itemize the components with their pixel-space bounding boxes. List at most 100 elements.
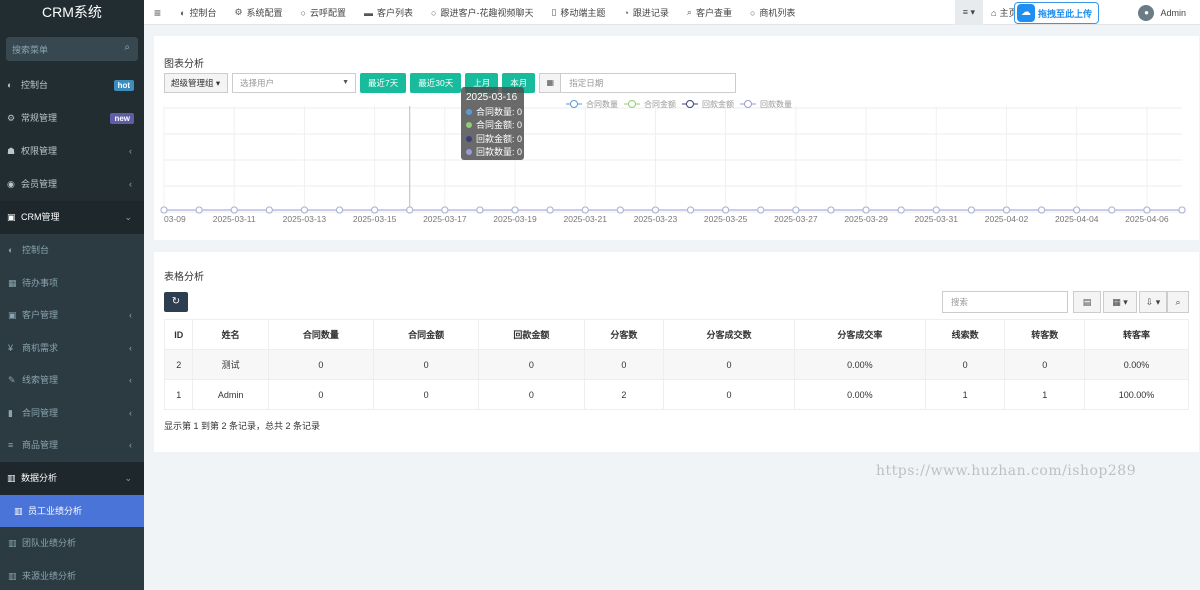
top-nav-item[interactable]: ▬ 客户列表 <box>355 0 422 25</box>
group-select[interactable]: 超级管理组 ▾ <box>164 73 228 93</box>
menu-item-label: 权限管理 <box>21 146 58 156</box>
last-7-days-button[interactable]: 最近7天 <box>360 73 407 93</box>
app-logo[interactable]: CRM系统 <box>0 0 144 25</box>
column-header[interactable]: ID <box>163 319 194 350</box>
column-header[interactable]: 线索数 <box>924 319 1006 350</box>
data-point <box>230 206 238 214</box>
top-nav-label: 云呼配置 <box>310 8 347 18</box>
series-dot-icon <box>466 108 472 115</box>
table-row[interactable]: 1 Admin 0 0 0 2 0 0.00% 1 1 100.00% <box>163 379 1189 410</box>
search-button[interactable]: ⌕ <box>1167 291 1189 313</box>
table-cell: 2 <box>163 349 194 380</box>
column-header[interactable]: 转客率 <box>1084 319 1189 350</box>
menu-item-label: 数据分析 <box>21 472 58 483</box>
top-nav-item[interactable]: ○ 云呼配置 <box>292 0 355 25</box>
sidebar-subitem[interactable]: ≡ 商品管理 ‹ <box>0 429 144 462</box>
nav-toggle-button[interactable]: ≡ ▾ <box>954 0 984 25</box>
columns-button[interactable]: ▦ ▾ <box>1103 291 1137 313</box>
tooltip-row-label: 回款金额: 0 <box>476 133 523 144</box>
top-nav-item[interactable]: ⌕ 客户查重 <box>678 0 741 25</box>
tooltip-row-label: 回款数量: 0 <box>476 147 523 157</box>
data-point <box>546 206 554 214</box>
tooltip-row-label: 合同金额: 0 <box>476 120 523 130</box>
column-header[interactable]: 转客数 <box>1004 319 1086 350</box>
sidebar-item[interactable]: ▣ CRM管理 ⌄ <box>0 201 144 234</box>
data-point <box>511 206 519 214</box>
data-point <box>265 206 273 214</box>
export-button[interactable]: ⇩ ▾ <box>1139 291 1167 313</box>
comment-icon: ◔ <box>623 7 629 18</box>
id-card-icon: ▣ <box>7 212 16 222</box>
top-nav-item[interactable]: ▯ 移动端主题 <box>542 0 614 25</box>
menu-item-label: 客户管理 <box>22 310 59 320</box>
column-header[interactable]: 分客成交率 <box>793 319 926 350</box>
sidebar-item[interactable]: ◉ 会员管理 ‹ <box>0 168 144 201</box>
toggle-view-button[interactable]: ▤ <box>1073 291 1101 313</box>
data-point <box>792 206 800 214</box>
table-row[interactable]: 2 测试 0 0 0 0 0 0.00% 0 0 0.00% <box>163 349 1189 380</box>
sidebar-item[interactable]: ☗ 权限管理 ‹ <box>0 135 144 168</box>
top-nav-item[interactable]: ◐ 控制台 <box>171 0 225 25</box>
chevron-left-icon: ‹ <box>129 146 132 156</box>
bar-chart-icon: ▥ <box>8 538 17 548</box>
sidebar-subitem[interactable]: ▥ 团队业绩分析 <box>0 527 144 560</box>
table-search-input[interactable]: 搜索 <box>942 291 1068 313</box>
chart-tooltip: 2025-03-16 合同数量: 0 合同金额: 0 回款金额: 0 回款数量:… <box>461 87 524 160</box>
chevron-left-icon: ‹ <box>129 407 132 418</box>
tooltip-date: 2025-03-16 <box>466 92 518 103</box>
legend-label: 合同数量 <box>586 99 618 109</box>
line-chart[interactable]: 03-09 2025-03-11 2025-03-13 2025-03-15 2025-… <box>154 98 1199 228</box>
top-nav-item[interactable]: ◔ 跟进记录 <box>614 0 677 25</box>
column-header[interactable]: 姓名 <box>192 319 269 350</box>
sidebar-subitem[interactable]: ▣ 客户管理 ‹ <box>0 299 144 332</box>
menu-item-label: 控制台 <box>21 80 49 90</box>
sidebar-item[interactable]: ◐ 控制台 hot <box>0 69 144 102</box>
user-select[interactable]: 选择用户 ▼ <box>232 73 356 93</box>
date-input[interactable]: 指定日期 <box>561 73 737 93</box>
mobile-icon: ▯ <box>551 7 557 17</box>
table-panel-title: 表格分析 <box>164 272 204 283</box>
calendar-icon[interactable]: ▦ <box>539 73 562 93</box>
column-header[interactable]: 分客数 <box>583 319 665 350</box>
last-30-days-button[interactable]: 最近30天 <box>410 73 462 93</box>
chevron-down-icon: ⌄ <box>124 472 132 483</box>
user-select-placeholder: 选择用户 <box>240 78 275 88</box>
top-nav-label: 控制台 <box>189 8 217 18</box>
table-cell: 0 <box>478 379 585 410</box>
sidebar-subitem[interactable]: ▦ 待办事项 <box>0 267 144 300</box>
chevron-left-icon: ‹ <box>129 440 132 450</box>
table-cell: 100.00% <box>1084 379 1189 410</box>
sidebar-subitem[interactable]: ¥ 商机需求 ‹ <box>0 332 144 365</box>
drag-upload-button[interactable]: ☁ 拖拽至此上传 <box>1014 2 1099 24</box>
user-menu[interactable]: ● Admin <box>1130 0 1200 25</box>
menu-search-input[interactable]: 搜索菜单 ⌕ <box>6 37 138 61</box>
sidebar-item[interactable]: ⚙ 常规管理 new <box>0 102 144 135</box>
sidebar-item-data-analysis[interactable]: ▥ 数据分析 ⌄ <box>0 461 144 495</box>
column-header[interactable]: 分客成交数 <box>663 319 795 350</box>
sidebar-subitem[interactable]: ✎ 线索管理 ‹ <box>0 364 144 397</box>
sidebar-subitem[interactable]: ▥ 来源业绩分析 <box>0 560 144 590</box>
menu-item-label: 商机需求 <box>22 342 59 353</box>
bookmark-icon: ▮ <box>8 407 13 418</box>
data-point <box>651 206 659 214</box>
analysis-table: ID 姓名 合同数量 合同金额 回款金额 分客数 分客成交数 分客成交率 线索数 转客数 转客率 2… <box>163 319 1189 410</box>
watermark-text: https://www.huzhan.com/ishop289 <box>876 463 1137 479</box>
x-tick-label: 2025-04-06 <box>1125 214 1169 224</box>
menu-toggle-icon[interactable]: ≡ <box>144 0 171 25</box>
top-nav-item[interactable]: ○ 跟进客户-花趣视频聊天 <box>422 0 542 25</box>
refresh-button[interactable]: ↻ <box>164 292 188 312</box>
legend-marker <box>570 100 578 108</box>
top-nav-item[interactable]: ⚙ 系统配置 <box>225 0 291 25</box>
top-nav-item[interactable]: ○ 商机列表 <box>741 0 804 25</box>
sidebar-subitem[interactable]: ◐ 控制台 <box>0 234 144 267</box>
column-header[interactable]: 合同金额 <box>373 319 480 350</box>
x-tick-label: 2025-03-21 <box>563 214 607 224</box>
dashboard-icon: ◐ <box>8 245 14 255</box>
sidebar-subitem[interactable]: ▮ 合同管理 ‹ <box>0 397 144 430</box>
sidebar-subitem[interactable]: ▥ 员工业绩分析 <box>0 494 144 527</box>
sidebar-menu: ◐ 控制台 hot ⚙ 常规管理 new ☗ 权限管理 ‹ ◉ 会员管理 ‹ ▣ CRM管理 ⌄ ◐ 控制台 ▦ 待… <box>0 69 144 590</box>
data-point <box>1038 206 1046 214</box>
legend-label: 回款数量 <box>760 99 792 109</box>
column-header[interactable]: 回款金额 <box>478 319 585 350</box>
column-header[interactable]: 合同数量 <box>267 319 375 350</box>
